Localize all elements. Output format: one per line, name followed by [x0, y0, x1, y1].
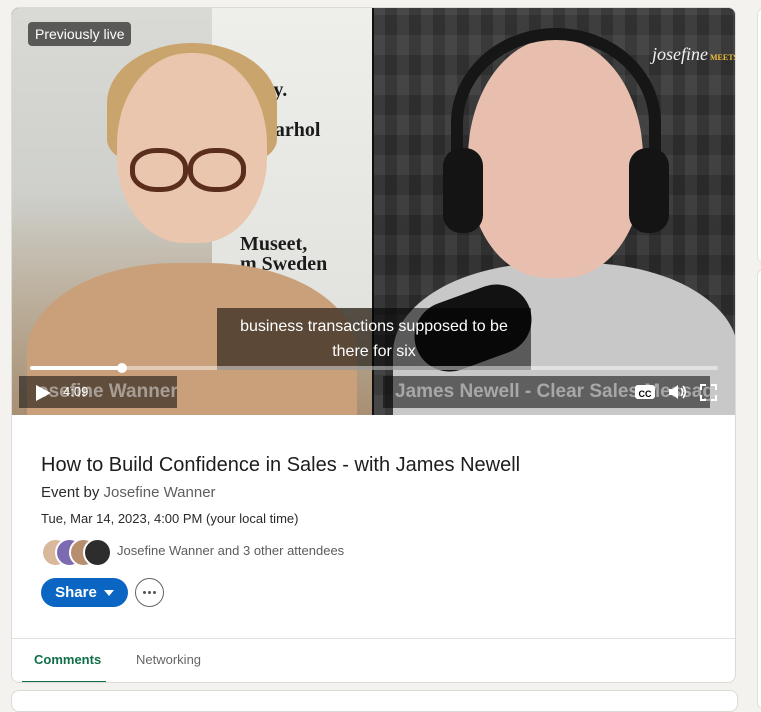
event-datetime: Tue, Mar 14, 2023, 4:00 PM (your local t…: [41, 511, 299, 526]
host-link[interactable]: Josefine Wanner: [104, 484, 216, 501]
headphone-cup: [443, 148, 483, 233]
ellipsis-icon: [153, 591, 156, 594]
previously-live-badge: Previously live: [28, 22, 132, 46]
lower-third-text: James Newell - Clear Sales Messag: [395, 381, 710, 402]
headphone-cup: [629, 148, 669, 233]
caret-down-icon: [103, 589, 114, 596]
avatar: [83, 538, 112, 567]
closed-caption: business transactions supposed to be the…: [217, 308, 531, 370]
name-lower-third-right: James Newell - Clear Sales Messag: [383, 376, 710, 408]
next-card: [11, 690, 738, 712]
video-player[interactable]: tty. Warhol Museet, m Sweden 968 Previou…: [12, 8, 736, 415]
brand-watermark: josefine MEETS: [652, 44, 736, 65]
divider: [12, 638, 735, 639]
poster-text: Museet,: [240, 233, 308, 255]
active-tab-indicator: [22, 681, 106, 682]
tab-networking[interactable]: Networking: [136, 652, 201, 667]
event-host: Event by Josefine Wanner: [41, 484, 216, 501]
volume-icon[interactable]: [668, 383, 688, 401]
more-options-button[interactable]: [135, 578, 164, 607]
current-time: 4:09: [63, 384, 89, 399]
progress-bar[interactable]: [30, 363, 718, 373]
event-title: How to Build Confidence in Sales - with …: [41, 454, 521, 476]
share-button[interactable]: Share: [41, 578, 128, 607]
ellipsis-icon: [148, 591, 151, 594]
attendee-avatars[interactable]: [41, 538, 113, 567]
caption-line: there for six: [332, 343, 416, 360]
attendees-text[interactable]: Josefine Wanner and 3 other attendees: [117, 543, 344, 558]
caption-line: business transactions supposed to be: [240, 318, 508, 335]
host-prefix: Event by: [41, 484, 100, 501]
glasses-lens: [188, 148, 246, 192]
share-label: Share: [55, 584, 97, 601]
watermark-text: josefine: [652, 44, 708, 64]
fullscreen-icon[interactable]: [700, 384, 717, 401]
progress-fill: [30, 366, 123, 370]
side-card: [757, 7, 761, 264]
event-card: tty. Warhol Museet, m Sweden 968 Previou…: [11, 7, 736, 683]
cc-button[interactable]: CC: [635, 385, 655, 399]
lower-third-text: osefine Wanner: [37, 381, 177, 402]
person-face: [117, 53, 267, 243]
ellipsis-icon: [143, 591, 146, 594]
play-icon[interactable]: [34, 384, 52, 402]
glasses-lens: [130, 148, 188, 192]
tab-comments[interactable]: Comments: [34, 652, 101, 667]
watermark-sub: MEETS: [710, 53, 736, 62]
side-card: [757, 268, 761, 710]
